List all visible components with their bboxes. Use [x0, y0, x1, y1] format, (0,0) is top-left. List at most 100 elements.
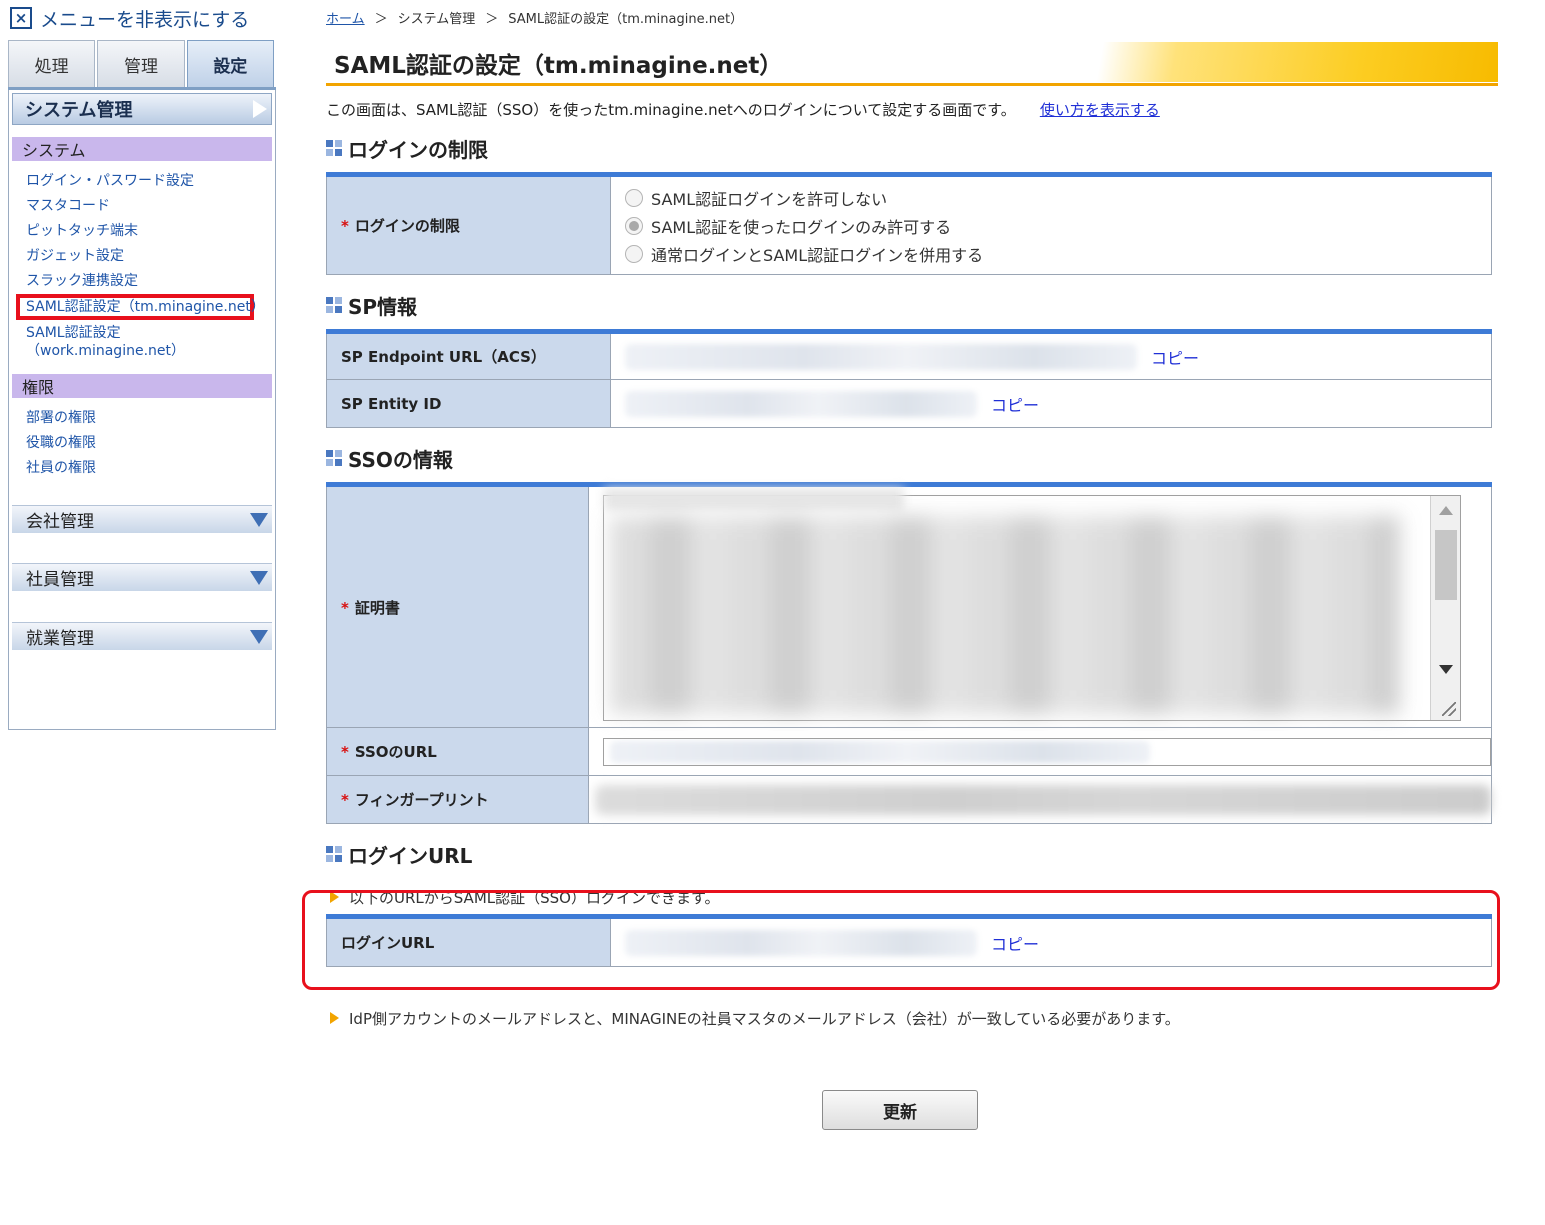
resize-grip-icon[interactable] [1442, 702, 1456, 716]
section-login-url: ログインURL [326, 836, 1498, 872]
login-restriction-options: SAML認証ログインを許可しない SAML認証を使ったログインのみ許可する 通常… [610, 174, 1492, 275]
footer-note: IdP側アカウントのメールアドレスと、MINAGINEの社員マスタのメールアドレ… [326, 1003, 1498, 1033]
sp-endpoint-value: コピー [610, 331, 1492, 380]
breadcrumb-home[interactable]: ホーム [326, 8, 365, 27]
section-bullet-icon [326, 450, 342, 466]
tab-processing[interactable]: 処理 [8, 40, 96, 87]
certificate-textarea[interactable] [603, 488, 1461, 721]
scrollbar[interactable] [1430, 496, 1460, 720]
system-management-header[interactable]: システム管理 [12, 93, 272, 125]
hide-menu-toggle[interactable]: × メニューを非表示にする [8, 0, 276, 36]
arrow-right-icon [330, 1012, 339, 1024]
redacted-value [625, 929, 977, 956]
sidebar: × メニューを非表示にする 処理 管理 設定 システム管理 システム ログイン・… [8, 0, 276, 730]
section-bullet-icon [326, 140, 342, 156]
help-link[interactable]: 使い方を表示する [1040, 99, 1160, 120]
section-title: SP情報 [348, 294, 418, 319]
chevron-down-icon [250, 629, 268, 644]
hide-menu-label[interactable]: メニューを非表示にする [40, 5, 249, 32]
system-management-label: システム管理 [25, 100, 133, 121]
radio-button-selected[interactable] [625, 216, 643, 235]
breadcrumb-separator: ＞ [485, 11, 499, 27]
section-login-restriction: ログインの制限 [326, 130, 1498, 166]
title-bar: SAML認証の設定（tm.minagine.net） [326, 42, 1498, 86]
category-permissions: 権限 [12, 374, 272, 398]
redacted-value [610, 516, 1400, 714]
section-employee[interactable]: 社員管理 [12, 563, 272, 591]
update-button[interactable]: 更新 [822, 1090, 978, 1130]
footer-note-text: IdP側アカウントのメールアドレスと、MINAGINEの社員マスタのメールアドレ… [349, 1009, 1180, 1028]
link-saml-tm[interactable]: SAML認証設定（tm.minagine.net） [16, 294, 265, 320]
page-title: SAML認証の設定（tm.minagine.net） [334, 53, 783, 79]
sp-entity-id-label: SP Entity ID [326, 379, 611, 428]
close-box-icon[interactable]: × [10, 7, 32, 29]
login-url-note: 以下のURLからSAML認証（SSO）ログインできます。 [326, 882, 1498, 912]
login-url-label: ログインURL [326, 916, 611, 967]
permission-links: 部署の権限 役職の権限 社員の権限 [12, 398, 272, 485]
required-mark: * [341, 598, 349, 617]
link-gadget[interactable]: ガジェット設定 [26, 244, 272, 269]
copy-link[interactable]: コピー [991, 935, 1039, 954]
section-title: SSOの情報 [348, 447, 453, 472]
login-url-table: ログインURL コピー [326, 914, 1492, 967]
breadcrumb: ホーム ＞ システム管理 ＞ SAML認証の設定（tm.minagine.net… [326, 0, 1498, 34]
radio-button[interactable] [625, 188, 643, 207]
link-dept-permission[interactable]: 部署の権限 [26, 406, 272, 431]
radio-button[interactable] [625, 244, 643, 263]
section-bullet-icon [326, 297, 342, 313]
field-label: * ログインの制限 [326, 174, 611, 275]
sp-entity-id-value: コピー [610, 379, 1492, 428]
section-bullet-icon [326, 846, 342, 862]
arrow-right-icon [330, 891, 339, 903]
scroll-up-icon[interactable] [1439, 506, 1453, 515]
intro: この画面は、SAML認証（SSO）を使ったtm.minagine.netへのログ… [326, 96, 1498, 122]
intro-text: この画面は、SAML認証（SSO）を使ったtm.minagine.netへのログ… [326, 100, 1016, 119]
radio-label: SAML認証ログインを許可しない [651, 189, 888, 209]
link-employee-permission[interactable]: 社員の権限 [26, 456, 272, 481]
section-title: ログインの制限 [348, 137, 488, 162]
sso-url-input[interactable] [603, 737, 1491, 766]
chevron-down-icon [250, 570, 268, 585]
link-master-code[interactable]: マスタコード [26, 194, 272, 219]
copy-link[interactable]: コピー [991, 396, 1039, 415]
scroll-thumb[interactable] [1435, 530, 1457, 600]
section-company[interactable]: 会社管理 [12, 505, 272, 533]
radio-option-saml-only[interactable]: SAML認証を使ったログインのみ許可する [625, 212, 1491, 240]
redacted-value [610, 740, 1150, 763]
section-work-label: 就業管理 [26, 629, 94, 649]
breadcrumb-separator: ＞ [374, 11, 388, 27]
link-saml-work[interactable]: SAML認証設定（work.minagine.net） [26, 324, 185, 360]
section-title: ログインURL [348, 843, 473, 868]
breadcrumb-current: SAML認証の設定（tm.minagine.net） [508, 11, 744, 27]
note-text: 以下のURLからSAML認証（SSO）ログインできます。 [349, 888, 720, 907]
link-slack[interactable]: スラック連携設定 [26, 269, 272, 294]
link-saml-work-label: SAML認証設定（work.minagine.net） [26, 325, 185, 359]
sso-url-cell [588, 727, 1492, 776]
section-company-label: 会社管理 [26, 512, 94, 532]
radio-option-both[interactable]: 通常ログインとSAML認証ログインを併用する [625, 240, 1491, 268]
redacted-value [625, 390, 977, 417]
radio-option-deny[interactable]: SAML認証ログインを許可しない [625, 184, 1491, 212]
certificate-label-cell: * 証明書 [326, 484, 589, 728]
tab-settings[interactable]: 設定 [186, 40, 274, 87]
sidebar-tabs: 処理 管理 設定 [8, 40, 276, 90]
main-content: ホーム ＞ システム管理 ＞ SAML認証の設定（tm.minagine.net… [302, 0, 1500, 1033]
section-employee-label: 社員管理 [26, 570, 94, 590]
section-work[interactable]: 就業管理 [12, 622, 272, 650]
login-restriction-label: ログインの制限 [354, 217, 460, 235]
required-mark: * [341, 791, 349, 809]
system-links: ログイン・パスワード設定 マスタコード ピットタッチ端末 ガジェット設定 スラッ… [12, 161, 272, 364]
category-system: システム [12, 137, 272, 161]
tab-management[interactable]: 管理 [97, 40, 185, 87]
scroll-down-icon[interactable] [1439, 665, 1453, 674]
redacted-value [604, 488, 904, 510]
link-login-password[interactable]: ログイン・パスワード設定 [26, 169, 272, 194]
radio-label: 通常ログインとSAML認証ログインを併用する [651, 245, 984, 265]
link-role-permission[interactable]: 役職の権限 [26, 431, 272, 456]
login-url-block: 以下のURLからSAML認証（SSO）ログインできます。 ログインURL コピー [302, 882, 1500, 990]
login-url-value: コピー [610, 916, 1492, 967]
login-restriction-table: * ログインの制限 SAML認証ログインを許可しない SAML認証を使ったログイン… [326, 172, 1492, 275]
sso-url-label-cell: * SSOのURL [326, 727, 589, 776]
link-pit-touch[interactable]: ピットタッチ端末 [26, 219, 272, 244]
copy-link[interactable]: コピー [1151, 349, 1199, 368]
